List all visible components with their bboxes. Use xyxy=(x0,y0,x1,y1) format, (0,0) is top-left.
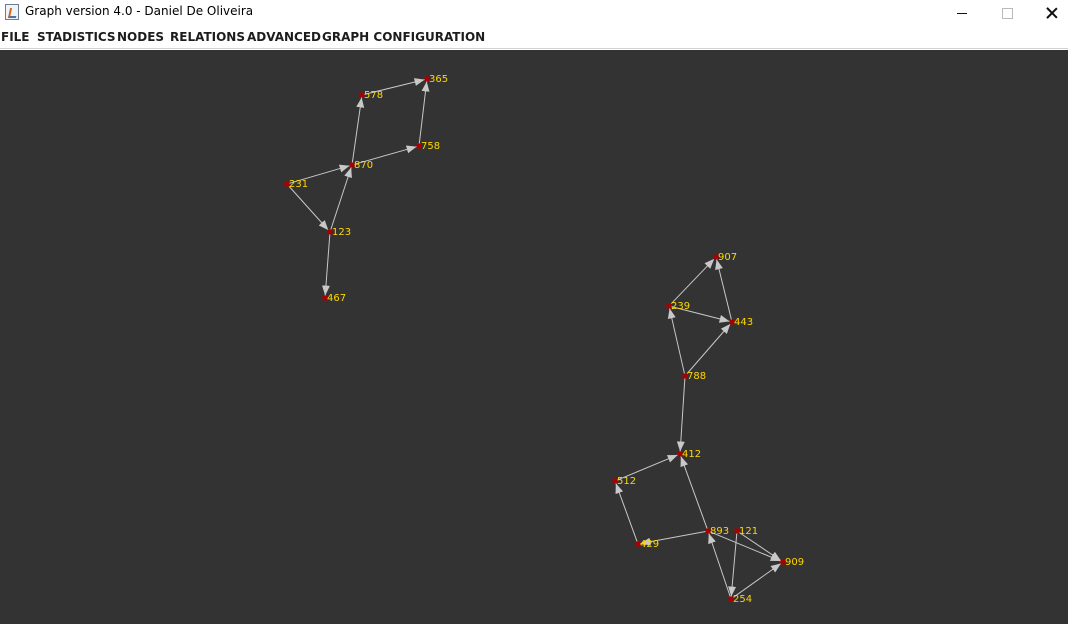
node-label-239: 239 xyxy=(671,301,690,312)
title-bar: Graph version 4.0 - Daniel De Oliveira xyxy=(0,0,1068,26)
menu-bar: FILE STADISTICS NODES RELATIONS ADVANCED… xyxy=(0,26,1068,49)
edge-123-467[interactable] xyxy=(321,234,331,296)
node-label-123: 123 xyxy=(332,227,351,238)
menu-file[interactable]: FILE xyxy=(1,30,30,44)
node-label-512: 512 xyxy=(617,476,636,487)
java-cup-icon xyxy=(5,4,19,20)
node-label-907: 907 xyxy=(718,252,737,263)
node-label-893: 893 xyxy=(710,526,729,537)
menu-advanced[interactable]: ADVANCED xyxy=(247,30,321,44)
close-button[interactable] xyxy=(1029,0,1068,26)
edge-429-512[interactable] xyxy=(615,483,638,542)
node-label-578: 578 xyxy=(364,90,383,101)
node-label-365: 365 xyxy=(429,74,448,85)
node-label-788: 788 xyxy=(687,371,706,382)
node-label-231: 231 xyxy=(289,179,308,190)
edge-443-907[interactable] xyxy=(715,259,732,320)
node-label-254: 254 xyxy=(733,594,752,605)
edge-254-893[interactable] xyxy=(708,533,731,597)
edge-893-412[interactable] xyxy=(680,456,708,529)
menu-nodes[interactable]: NODES xyxy=(117,30,164,44)
maximize-icon xyxy=(1001,7,1013,19)
node-label-443: 443 xyxy=(734,317,753,328)
window-title: Graph version 4.0 - Daniel De Oliveira xyxy=(25,4,254,18)
edge-788-443[interactable] xyxy=(686,323,731,375)
edge-231-123[interactable] xyxy=(288,185,329,231)
maximize-button[interactable] xyxy=(984,0,1030,26)
menu-graph-configuration[interactable]: GRAPH CONFIGURATION xyxy=(322,30,485,44)
node-label-412: 412 xyxy=(682,449,701,460)
menu-relations[interactable]: RELATIONS xyxy=(170,30,245,44)
close-icon xyxy=(1046,7,1058,19)
minimize-button[interactable] xyxy=(939,0,985,26)
edge-758-365[interactable] xyxy=(418,81,430,144)
edge-788-239[interactable] xyxy=(667,308,685,374)
edge-254-909[interactable] xyxy=(732,563,782,598)
node-label-870: 870 xyxy=(354,160,373,171)
menu-stadistics[interactable]: STADISTICS xyxy=(37,30,116,44)
edge-121-254[interactable] xyxy=(728,533,738,597)
node-label-121: 121 xyxy=(739,526,758,537)
edge-870-578[interactable] xyxy=(351,97,365,163)
node-label-467: 467 xyxy=(327,293,346,304)
node-label-429: 429 xyxy=(640,539,659,550)
node-label-909: 909 xyxy=(785,557,804,568)
edge-239-907[interactable] xyxy=(670,258,715,305)
graph-canvas[interactable]: 365 578 758 870 231 123 467 907 239 443 788 412 512 8… xyxy=(0,50,1068,624)
edge-788-412[interactable] xyxy=(676,378,686,452)
minimize-icon xyxy=(957,12,967,14)
node-label-758: 758 xyxy=(421,141,440,152)
graph-diagram[interactable]: 365 578 758 870 231 123 467 907 239 443 788 412 512 8… xyxy=(0,50,1068,624)
edge-123-870[interactable] xyxy=(330,167,352,230)
